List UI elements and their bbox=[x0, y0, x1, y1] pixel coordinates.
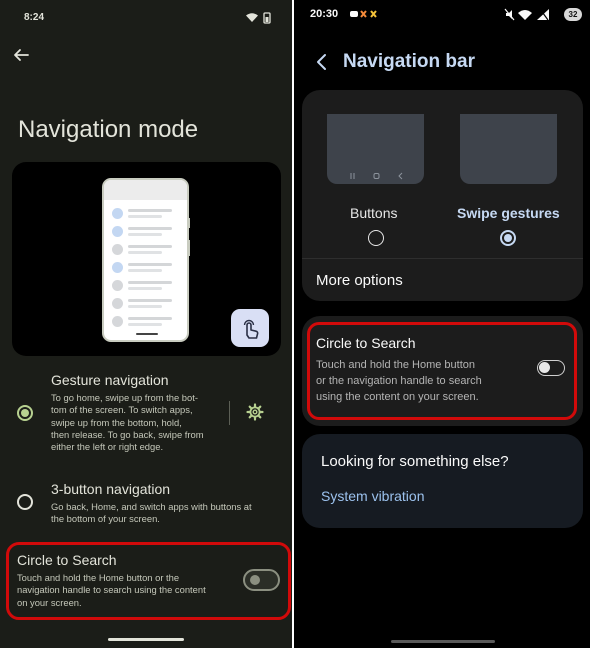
navigation-type-card: Buttons Swipe gestures More options bbox=[302, 90, 583, 301]
wifi-icon bbox=[246, 13, 258, 22]
circle-to-search-description: Touch and hold the Home button or the na… bbox=[17, 572, 206, 608]
three-button-navigation-radio[interactable] bbox=[17, 494, 33, 510]
touch-gesture-icon bbox=[231, 309, 269, 347]
pixel-navigation-mode-screen: 8:24 Navigation mode Gesture navigation … bbox=[0, 0, 292, 648]
back-chevron-icon[interactable] bbox=[314, 52, 330, 72]
three-button-navigation-title: 3-button navigation bbox=[51, 481, 171, 497]
navigation-handle[interactable] bbox=[391, 640, 495, 643]
swipe-gestures-radio[interactable] bbox=[500, 230, 516, 246]
circle-to-search-description: Touch and hold the Home button or the na… bbox=[316, 359, 482, 403]
circle-to-search-title: Circle to Search bbox=[17, 552, 117, 568]
page-title: Navigation bar bbox=[343, 51, 475, 72]
back-arrow-icon[interactable] bbox=[10, 44, 32, 66]
circle-to-search-title: Circle to Search bbox=[316, 335, 416, 351]
swipe-gestures-preview[interactable] bbox=[460, 114, 557, 184]
buttons-radio[interactable] bbox=[368, 230, 384, 246]
page-title: Navigation mode bbox=[18, 116, 199, 143]
gesture-navigation-radio[interactable] bbox=[17, 405, 33, 421]
wifi-icon bbox=[518, 10, 532, 20]
status-bar: 8:24 bbox=[24, 12, 272, 26]
navigation-handle[interactable] bbox=[108, 638, 184, 641]
gear-icon[interactable] bbox=[246, 403, 264, 421]
system-vibration-link[interactable]: System vibration bbox=[321, 488, 424, 504]
status-time: 8:24 bbox=[24, 12, 45, 23]
divider bbox=[302, 258, 583, 259]
wifi-battery-icons bbox=[244, 12, 272, 24]
notification-icons bbox=[350, 9, 380, 22]
buttons-label: Buttons bbox=[350, 205, 398, 221]
divider bbox=[229, 401, 230, 425]
looking-for-something-else-title: Looking for something else? bbox=[321, 453, 509, 470]
gesture-navigation-description: To go home, swipe up from the bot- tom o… bbox=[51, 392, 204, 453]
looking-for-something-else-card bbox=[302, 434, 583, 528]
system-icons: 32 bbox=[504, 8, 582, 22]
status-bar: 20:30 32 bbox=[310, 8, 582, 22]
more-options-link[interactable]: More options bbox=[316, 272, 403, 289]
samsung-navigation-bar-screen: 20:30 32 Navigation bar Buttons Swipe ge… bbox=[294, 0, 590, 648]
phone-illustration bbox=[102, 178, 189, 342]
buttons-preview[interactable] bbox=[327, 114, 424, 184]
battery-level: 32 bbox=[564, 8, 582, 21]
swipe-gestures-label: Swipe gestures bbox=[457, 205, 560, 221]
status-time: 20:30 bbox=[310, 8, 339, 20]
three-button-navigation-description: Go back, Home, and switch apps with butt… bbox=[51, 501, 252, 525]
circle-to-search-toggle[interactable] bbox=[537, 360, 565, 376]
gesture-navigation-title: Gesture navigation bbox=[51, 372, 169, 388]
circle-to-search-toggle[interactable] bbox=[243, 569, 280, 591]
